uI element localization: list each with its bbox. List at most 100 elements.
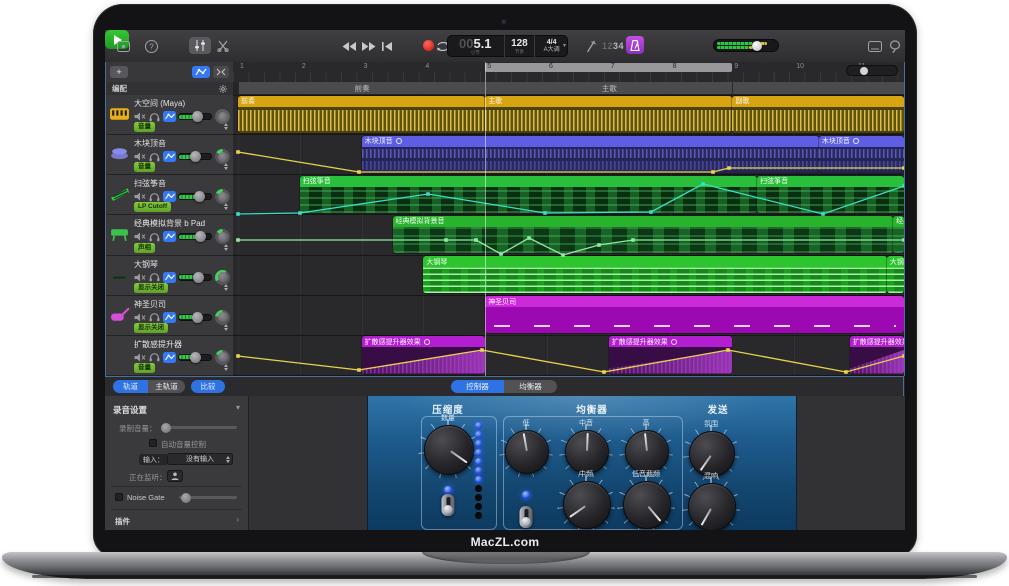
noise-gate-knob[interactable]	[181, 493, 191, 503]
mute-button[interactable]	[133, 231, 146, 242]
knob[interactable]	[557, 475, 615, 530]
track-automation-button[interactable]	[163, 312, 176, 323]
knob-body[interactable]	[625, 430, 669, 474]
region[interactable]: 木块顶音	[819, 136, 904, 173]
zoom-slider[interactable]	[846, 65, 898, 76]
solo-headphones-button[interactable]	[148, 191, 161, 202]
volume-knob[interactable]	[194, 191, 205, 202]
track-header[interactable]: 经典模拟背景 b Pad声相	[106, 215, 233, 255]
track-lane[interactable]: 木块顶音木块顶音	[233, 135, 904, 175]
solo-headphones-button[interactable]	[148, 111, 161, 122]
volume-slider[interactable]	[178, 314, 212, 321]
track-header[interactable]: 扫弦筝音LP Cutoff	[106, 175, 233, 215]
automation-param-chip[interactable]: LP Cutoff	[134, 202, 171, 212]
automation-param-chip[interactable]: 显示关闭	[134, 323, 168, 333]
rewind-icon[interactable]	[341, 38, 357, 54]
region[interactable]: 经典模拟背景音	[893, 216, 904, 253]
catch-playhead-button[interactable]	[213, 66, 229, 78]
gear-icon[interactable]	[219, 85, 227, 93]
region[interactable]: 神圣贝司	[485, 296, 904, 333]
ruler-bar-number[interactable]: 10	[796, 63, 804, 70]
master-volume-knob[interactable]	[752, 41, 762, 51]
volume-knob[interactable]	[192, 111, 203, 122]
compare-button[interactable]: 比较	[191, 380, 225, 393]
mute-button[interactable]	[133, 151, 146, 162]
stepper-icon[interactable]	[224, 123, 228, 130]
track-automation-button[interactable]	[163, 151, 176, 162]
volume-knob[interactable]	[195, 231, 206, 242]
smart-controls-button[interactable]	[189, 37, 211, 54]
go-to-beginning-icon[interactable]	[379, 38, 395, 54]
tab-controls[interactable]: 控制器	[451, 380, 504, 393]
mute-button[interactable]	[133, 312, 146, 323]
tab-track[interactable]: 轨道	[113, 380, 148, 393]
region[interactable]: 扩散感提升器效果	[609, 336, 733, 373]
region[interactable]: 经典模拟背景音	[393, 216, 894, 253]
region[interactable]: 大钢琴	[423, 256, 887, 293]
region[interactable]: 扩散感提升器效果	[362, 336, 486, 373]
ruler-bar-number[interactable]: 8	[673, 63, 677, 70]
ruler-bar-number[interactable]: 9	[734, 63, 738, 70]
knob-body[interactable]	[623, 481, 671, 529]
mute-button[interactable]	[133, 111, 146, 122]
volume-slider[interactable]	[178, 153, 212, 160]
noise-gate-checkbox[interactable]	[115, 493, 123, 501]
track-automation-button[interactable]	[163, 191, 176, 202]
quick-help-icon[interactable]: ?	[143, 38, 159, 54]
record-level-knob[interactable]	[161, 423, 171, 433]
mute-button[interactable]	[133, 272, 146, 283]
track-automation-button[interactable]	[163, 111, 176, 122]
ruler-bar-number[interactable]: 4	[425, 63, 429, 70]
zoom-slider-knob[interactable]	[860, 67, 868, 75]
chevron-down-icon[interactable]: ▾	[563, 42, 566, 49]
stepper-icon[interactable]	[224, 244, 228, 251]
ruler-bar-number[interactable]: 7	[611, 63, 615, 70]
knob-body[interactable]	[565, 430, 609, 474]
stepper-icon[interactable]	[224, 203, 228, 210]
library-icon[interactable]	[115, 38, 131, 54]
track-header[interactable]: 扩散感提升器音量	[106, 336, 233, 376]
region[interactable]: 扩散感提升器效果.1	[850, 336, 904, 373]
tab-eq[interactable]: 均衡器	[504, 380, 557, 393]
knob[interactable]	[682, 477, 740, 530]
region[interactable]: 前奏	[238, 96, 485, 133]
knob-body[interactable]	[688, 483, 736, 530]
solo-headphones-button[interactable]	[148, 312, 161, 323]
toggle-switch[interactable]	[520, 506, 533, 528]
record-level-slider[interactable]	[161, 426, 237, 429]
noise-gate-slider[interactable]	[179, 496, 237, 499]
region[interactable]: 主歌	[485, 96, 732, 133]
ruler-bar-number[interactable]: 1	[240, 63, 244, 70]
record-button[interactable]	[423, 40, 434, 51]
track-automation-button[interactable]	[163, 272, 176, 283]
track-header[interactable]: 神圣贝司显示关闭	[106, 296, 233, 336]
stepper-icon[interactable]	[224, 284, 228, 291]
automation-param-chip[interactable]: 音量	[134, 162, 155, 172]
volume-slider[interactable]	[178, 274, 212, 281]
tab-master[interactable]: 主轨道	[148, 380, 185, 393]
arrangement-section[interactable]	[732, 82, 904, 94]
cycle-region[interactable]	[485, 63, 732, 72]
input-select[interactable]: 没有输入	[167, 453, 233, 465]
mute-button[interactable]	[133, 352, 146, 363]
lcd-display[interactable]: 005.1 小节 128 节奏 4/4 A大调 ▾	[447, 35, 568, 57]
metronome-button[interactable]	[626, 36, 644, 54]
track-lane[interactable]: 经典模拟背景音经典模拟背景音	[233, 215, 904, 255]
track-lane[interactable]: 大钢琴大钢琴	[233, 256, 904, 296]
tuner-icon[interactable]	[582, 38, 598, 54]
auto-level-checkbox[interactable]	[149, 439, 157, 447]
ruler-bar-number[interactable]: 6	[549, 63, 553, 70]
arrangement-track-header[interactable]: 编配	[106, 82, 233, 96]
track-header[interactable]: 木块顶音音量	[106, 135, 233, 175]
volume-slider[interactable]	[178, 233, 212, 240]
stepper-icon[interactable]	[224, 324, 228, 331]
solo-headphones-button[interactable]	[148, 231, 161, 242]
track-lane[interactable]: 扫弦筝音扫弦筝音	[233, 175, 904, 215]
stepper-icon[interactable]	[224, 163, 228, 170]
loop-browser-icon[interactable]	[887, 38, 903, 54]
stepper-icon[interactable]	[224, 364, 228, 371]
region[interactable]: 副歌	[732, 96, 904, 133]
ruler-bar-number[interactable]: 5	[487, 63, 491, 70]
automation-param-chip[interactable]: 音量	[134, 363, 155, 373]
track-header[interactable]: 大钢琴显示关闭	[106, 256, 233, 296]
